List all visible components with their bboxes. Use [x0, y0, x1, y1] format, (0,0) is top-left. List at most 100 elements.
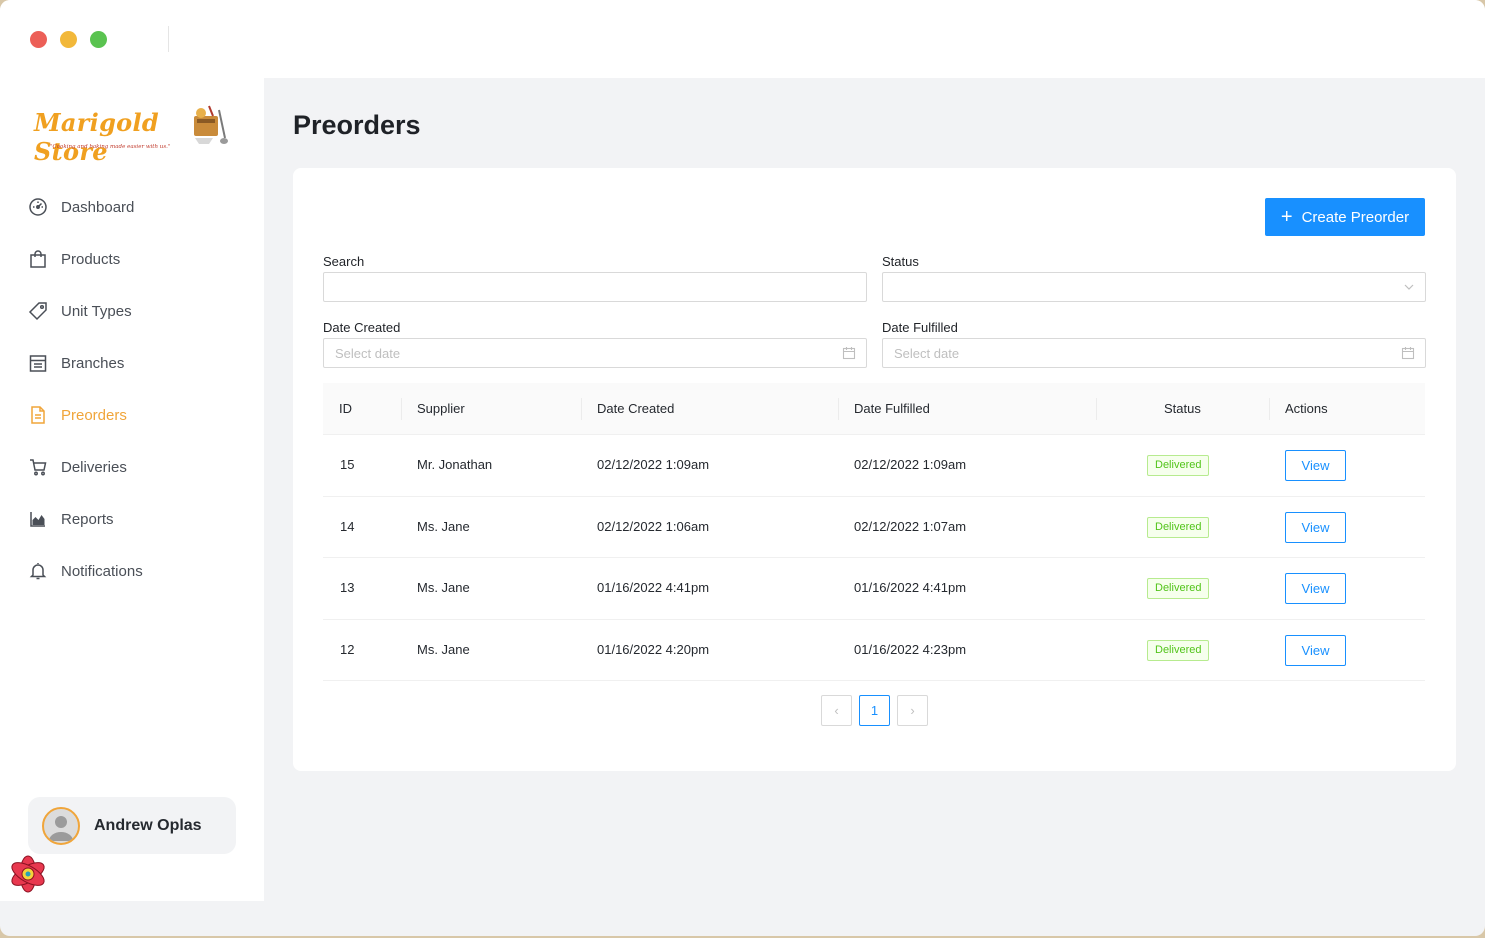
sidebar-item-reports[interactable]: Reports [0, 493, 264, 545]
column-divider [401, 398, 402, 420]
shop-icon [28, 353, 48, 373]
title-bar [0, 0, 1485, 78]
date-created-picker[interactable] [323, 338, 867, 368]
status-select-value[interactable] [883, 273, 1425, 301]
table-header: ID Supplier Date Created Date Fulfilled … [323, 383, 1425, 435]
user-name: Andrew Oplas [94, 816, 202, 834]
preorders-card: + Create Preorder Search Status Date Cre… [293, 168, 1456, 771]
column-header-date-fulfilled: Date Fulfilled [854, 401, 930, 416]
column-divider [838, 398, 839, 420]
sidebar-item-label: Deliveries [61, 458, 127, 476]
date-fulfilled-picker[interactable] [882, 338, 1426, 368]
preorders-table: ID Supplier Date Created Date Fulfilled … [323, 383, 1425, 681]
column-divider [581, 398, 582, 420]
date-created-input[interactable] [324, 339, 866, 367]
cell-date-created: 02/12/2022 1:09am [597, 457, 710, 472]
cell-date-created: 01/16/2022 4:20pm [597, 641, 710, 657]
cell-id: 12 [340, 641, 355, 657]
sidebar-item-label: Branches [61, 354, 125, 372]
avatar [42, 806, 80, 845]
view-button[interactable]: View [1285, 511, 1346, 543]
area-chart-icon [28, 509, 48, 529]
sidebar-item-label: Dashboard [61, 198, 135, 216]
chevron-left-icon: ‹ [834, 703, 839, 718]
shopping-bag-icon [28, 249, 48, 269]
chevron-right-icon: › [910, 703, 915, 718]
page-1-button[interactable]: 1 [859, 695, 890, 726]
title-bar-divider [168, 26, 169, 52]
column-header-id: ID [339, 401, 352, 416]
cell-supplier: Ms. Jane [417, 580, 470, 595]
sidebar-item-label: Notifications [61, 562, 143, 580]
search-label: Search [323, 254, 365, 269]
tag-icon [28, 301, 48, 321]
status-label: Status [882, 254, 919, 269]
status-badge: Delivered [1147, 578, 1210, 599]
cooking-tools-icon [194, 105, 228, 144]
next-page-button[interactable]: › [897, 695, 928, 726]
page-title: Preorders [293, 110, 421, 140]
status-badge: Delivered [1147, 516, 1210, 538]
create-preorder-label: Create Preorder [1301, 208, 1410, 226]
cell-date-fulfilled: 02/12/2022 1:07am [854, 518, 967, 534]
sidebar-item-branches[interactable]: Branches [0, 337, 264, 389]
column-divider [1269, 398, 1270, 420]
view-button[interactable]: View [1285, 573, 1346, 604]
cell-id: 14 [340, 518, 355, 534]
status-select[interactable] [882, 272, 1426, 302]
column-header-supplier: Supplier [417, 401, 465, 416]
sidebar-nav: Dashboard Products Unit Types Branches P… [0, 181, 264, 597]
cell-date-fulfilled: 01/16/2022 4:41pm [854, 580, 967, 595]
minimize-window-button[interactable] [60, 31, 77, 48]
react-devtools-icon[interactable] [8, 854, 48, 894]
sidebar-item-unit-types[interactable]: Unit Types [0, 285, 264, 337]
close-window-button[interactable] [30, 31, 47, 48]
view-button[interactable]: View [1285, 634, 1346, 666]
cell-date-fulfilled: 01/16/2022 4:23pm [854, 641, 967, 657]
view-button[interactable]: View [1285, 450, 1346, 481]
table-row: 13 Ms. Jane 01/16/2022 4:41pm 01/16/2022… [323, 558, 1425, 620]
status-badge: Delivered [1147, 455, 1210, 476]
sidebar-item-deliveries[interactable]: Deliveries [0, 441, 264, 493]
date-created-label: Date Created [323, 320, 401, 335]
cell-id: 13 [340, 580, 355, 595]
user-icon [49, 815, 73, 841]
cell-supplier: Ms. Jane [417, 518, 470, 534]
prev-page-button[interactable]: ‹ [821, 695, 852, 726]
cell-date-created: 02/12/2022 1:06am [597, 518, 710, 534]
brand-tagline: "Cooking and baking made easier with us.… [50, 144, 171, 150]
user-profile-card[interactable]: Andrew Oplas [28, 797, 236, 854]
maximize-window-button[interactable] [90, 31, 107, 48]
table-row: 15 Mr. Jonathan 02/12/2022 1:09am 02/12/… [323, 435, 1425, 497]
dashboard-icon [28, 197, 48, 217]
sidebar-item-notifications[interactable]: Notifications [0, 545, 264, 597]
column-divider [1096, 398, 1097, 420]
sidebar-item-label: Products [61, 250, 121, 268]
search-input[interactable] [324, 273, 866, 301]
status-badge: Delivered [1147, 639, 1210, 661]
create-preorder-button[interactable]: + Create Preorder [1265, 198, 1425, 236]
sidebar-item-dashboard[interactable]: Dashboard [0, 181, 264, 233]
pagination: ‹ 1 › [821, 695, 928, 726]
calendar-icon [1401, 346, 1415, 365]
sidebar-item-preorders[interactable]: Preorders [0, 389, 264, 441]
sidebar-item-label: Reports [61, 510, 114, 528]
column-header-status: Status [1164, 401, 1201, 416]
file-text-icon [28, 405, 48, 425]
table-row: 14 Ms. Jane 02/12/2022 1:06am 02/12/2022… [323, 497, 1425, 558]
sidebar-item-products[interactable]: Products [0, 233, 264, 285]
calendar-icon [842, 346, 856, 365]
plus-icon: + [1280, 206, 1293, 228]
brand-logo[interactable]: Marigold Store "Cooking and baking made … [34, 104, 230, 166]
cell-supplier: Ms. Jane [417, 641, 470, 657]
table-row: 12 Ms. Jane 01/16/2022 4:20pm 01/16/2022… [323, 620, 1425, 681]
cell-date-created: 01/16/2022 4:41pm [597, 580, 710, 595]
column-header-actions: Actions [1285, 401, 1328, 416]
cell-supplier: Mr. Jonathan [417, 457, 493, 472]
search-field [323, 272, 867, 302]
sidebar: Marigold Store "Cooking and baking made … [0, 78, 264, 901]
sidebar-item-label: Preorders [61, 406, 127, 424]
date-fulfilled-input[interactable] [883, 339, 1425, 367]
cell-date-fulfilled: 02/12/2022 1:09am [854, 457, 967, 472]
chevron-down-icon [1403, 280, 1415, 298]
